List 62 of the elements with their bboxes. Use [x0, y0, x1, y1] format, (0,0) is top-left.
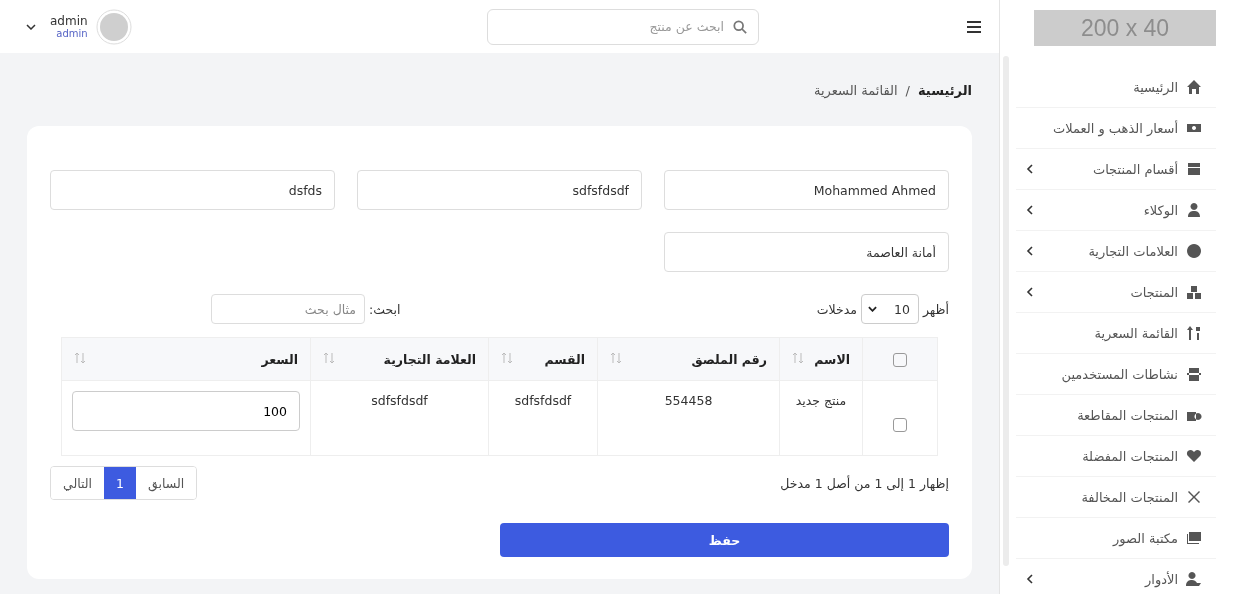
user-name: admin [50, 14, 88, 28]
table-cell: 554458 [664, 393, 713, 408]
home-icon [1186, 79, 1202, 95]
entries-label: مدخلات [816, 301, 857, 317]
image-icon [1186, 530, 1202, 546]
boxes-icon [1186, 284, 1202, 300]
search-field[interactable]: ابحث عن منتج [487, 8, 759, 45]
input-field[interactable]: sdfsfdsdf [357, 170, 642, 210]
sidebar-item[interactable]: المنتجات المقاطعة [1016, 395, 1216, 436]
sort-icon[interactable] [323, 351, 335, 364]
input-field[interactable]: أمانة العاصمة [664, 232, 949, 272]
column-header[interactable]: السعر [261, 351, 298, 367]
show-label: أظهر [922, 301, 949, 317]
user-icon [1186, 571, 1202, 587]
price-input[interactable]: 100 [72, 391, 300, 431]
sort-icon[interactable] [792, 351, 804, 364]
column-header[interactable]: القسم [544, 351, 585, 367]
table-info: إظهار 1 إلى 1 من أصل 1 مدخل [780, 475, 949, 491]
sidebar-item[interactable]: القائمة السعرية [1016, 313, 1216, 354]
checkbox[interactable] [893, 352, 907, 367]
sidebar-item[interactable]: الرئيسية [1016, 67, 1216, 108]
sidebar-item[interactable]: أسعار الذهب و العملات [1016, 108, 1216, 149]
sidebar-item[interactable]: المنتجات المخالفة [1016, 477, 1216, 518]
table-cell: منتج جديد [795, 393, 847, 408]
sidebar-item[interactable]: الوكلاء [1016, 190, 1216, 231]
page-button[interactable]: 1 [104, 467, 137, 499]
box-icon [1186, 161, 1202, 177]
breadcrumb-item[interactable]: الرئيسية [917, 83, 972, 98]
table-cell: sdfsfdsdf [371, 393, 428, 408]
sidebar-item[interactable]: العلامات التجارية [1016, 231, 1216, 272]
user-icon [1186, 202, 1202, 218]
sidebar-item[interactable]: نشاطات المستخدمين [1016, 354, 1216, 395]
avatar[interactable] [95, 8, 132, 45]
search-field[interactable]: مثال بحث [211, 294, 365, 324]
sort-icon[interactable] [74, 351, 86, 364]
sidebar-item[interactable]: أقسام المنتجات [1016, 149, 1216, 190]
column-header[interactable]: رقم الملصق [691, 351, 767, 367]
page-size-select[interactable]: 10 [860, 294, 919, 324]
breadcrumb-separator: / [905, 83, 910, 98]
sort-icon[interactable] [610, 351, 622, 364]
input-field[interactable]: dsfds [50, 170, 335, 210]
breadcrumb-item: القائمة السعرية [814, 83, 898, 98]
checkbox[interactable] [893, 417, 907, 432]
table-cell: sdfsfdsdf [514, 393, 572, 408]
search-label: ابحث: [369, 301, 401, 317]
column-header[interactable]: العلامة التجارية [383, 351, 476, 367]
user-role: admin [56, 28, 88, 39]
search-icon [733, 19, 747, 34]
sort-icon[interactable] [501, 351, 513, 364]
chevron-down-icon[interactable] [26, 23, 36, 30]
sidebar-item[interactable]: الأدوار [1016, 559, 1216, 594]
save-button[interactable]: حفظ [500, 523, 949, 557]
sidebar-item[interactable]: مكتبة الصور [1016, 518, 1216, 559]
close-icon [1186, 489, 1202, 505]
arrows-icon [1186, 325, 1202, 341]
column-header[interactable]: الاسم [814, 351, 850, 367]
heart-icon [1186, 448, 1202, 464]
menu-icon[interactable] [967, 20, 981, 33]
sidebar-item[interactable]: المنتجات [1016, 272, 1216, 313]
sidebar-item[interactable]: المنتجات المفضلة [1016, 436, 1216, 477]
input-field[interactable]: Mohammed Ahmed [664, 170, 949, 210]
chevron-down-icon [867, 306, 877, 312]
